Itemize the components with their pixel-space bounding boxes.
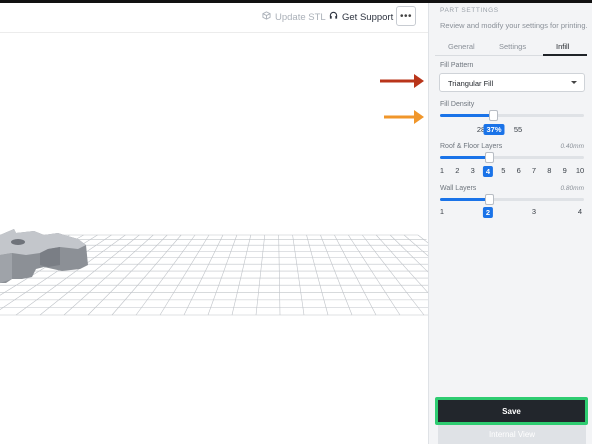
roof-floor-tick-3[interactable]: 3 xyxy=(471,166,475,175)
wall-layers-label: Wall Layers xyxy=(440,185,477,192)
fill-density-max: 55 xyxy=(513,125,523,134)
roof-floor-tick-10[interactable]: 10 xyxy=(576,166,584,175)
grid-line xyxy=(362,234,425,316)
roof-floor-tick-7[interactable]: 7 xyxy=(532,166,536,175)
roof-floor-tick-2[interactable]: 2 xyxy=(455,166,459,175)
grid-line xyxy=(255,234,266,316)
settings-tabs: General Settings Infill xyxy=(435,40,587,56)
wall-layers-slider[interactable] xyxy=(440,194,584,205)
tab-settings[interactable]: Settings xyxy=(499,42,526,51)
build-plate-scene xyxy=(0,229,428,316)
fill-density-value-badge: 37% xyxy=(483,124,505,135)
roof-floor-slider[interactable] xyxy=(440,152,584,163)
fill-pattern-label: Fill Pattern xyxy=(440,62,474,69)
fill-density-slider[interactable] xyxy=(440,110,584,121)
save-highlight-box: Save xyxy=(435,397,588,425)
roof-floor-tick-1[interactable]: 1 xyxy=(440,166,444,175)
orange-arrow-icon xyxy=(384,110,424,124)
red-arrow-icon xyxy=(380,74,424,88)
grid-line xyxy=(135,234,196,316)
roof-floor-tick-6[interactable]: 6 xyxy=(517,166,521,175)
grid-line xyxy=(306,234,329,316)
tab-infill[interactable]: Infill xyxy=(556,42,569,51)
wall-layers-track-fill xyxy=(440,198,489,201)
panel-title: PART SETTINGS xyxy=(440,7,499,14)
save-button[interactable]: Save xyxy=(438,400,585,422)
grid-line xyxy=(334,234,377,316)
chevron-down-icon xyxy=(571,81,577,84)
wall-layers-tick-1[interactable]: 1 xyxy=(440,207,444,216)
wall-layers-unit: 0.80mm xyxy=(560,185,584,192)
fill-density-track-fill xyxy=(440,114,493,117)
roof-floor-tick-5[interactable]: 5 xyxy=(501,166,505,175)
viewport-3d[interactable]: Update STL Get Support ••• xyxy=(0,3,428,444)
internal-view-button[interactable]: Internal View xyxy=(438,425,586,444)
roof-floor-thumb[interactable] xyxy=(485,152,494,163)
grid-line xyxy=(87,234,168,316)
tab-general[interactable]: General xyxy=(448,42,475,51)
fill-density-thumb[interactable] xyxy=(489,110,498,121)
annotation-arrows xyxy=(380,74,424,124)
grid-line xyxy=(111,234,182,316)
fill-density-label: Fill Density xyxy=(440,101,475,108)
roof-floor-unit: 0.40mm xyxy=(560,143,584,150)
grid-line xyxy=(389,234,428,273)
grid-line xyxy=(183,234,224,316)
grid-line xyxy=(292,234,305,316)
printed-part xyxy=(0,229,88,283)
roof-floor-tick-4[interactable]: 4 xyxy=(482,166,494,177)
roof-floor-tick-8[interactable]: 8 xyxy=(547,166,551,175)
grid-line xyxy=(207,234,238,316)
grid-line xyxy=(320,234,353,316)
grid-line xyxy=(231,234,252,316)
grid-line xyxy=(403,234,428,257)
panel-subtitle: Review and modify your settings for prin… xyxy=(440,21,588,30)
wall-layers-tick-2[interactable]: 2 xyxy=(482,207,494,218)
fill-pattern-select[interactable]: Triangular Fill xyxy=(439,73,585,92)
active-tab-indicator xyxy=(543,54,587,56)
part-settings-panel: PART SETTINGS Review and modify your set… xyxy=(428,3,592,444)
roof-floor-label: Roof & Floor Layers xyxy=(440,143,503,150)
fill-pattern-value: Triangular Fill xyxy=(448,79,494,88)
wall-layers-tick-4[interactable]: 4 xyxy=(578,207,582,216)
grid-line xyxy=(417,234,428,244)
grid-line xyxy=(159,234,210,316)
roof-floor-tick-9[interactable]: 9 xyxy=(563,166,567,175)
wall-layers-thumb[interactable] xyxy=(485,194,494,205)
wall-layers-tick-3[interactable]: 3 xyxy=(532,207,536,216)
roof-floor-track-fill xyxy=(440,156,489,159)
grid-line xyxy=(278,234,281,316)
grid-line xyxy=(348,234,401,316)
